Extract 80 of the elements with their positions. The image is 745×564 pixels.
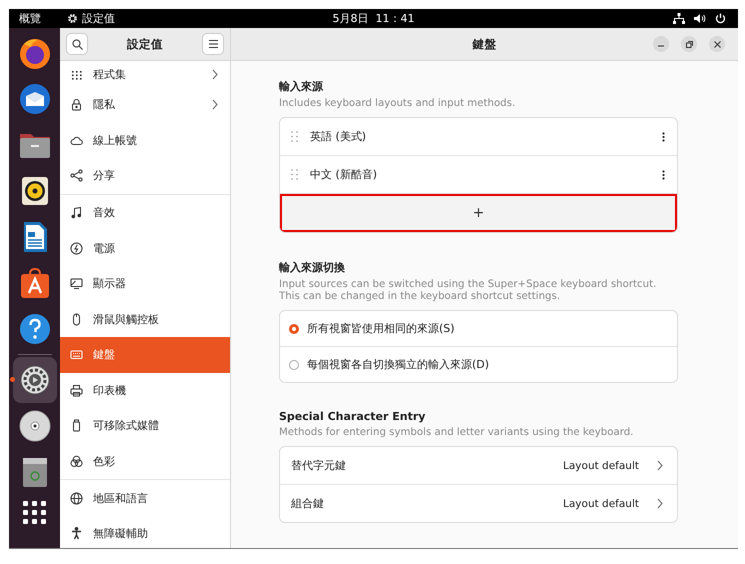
section-description: Input sources can be switched using the Super+Space keyboard shortcut. [279, 279, 658, 291]
section-description: Methods for entering symbols and letter variants using the keyboard. [279, 427, 634, 439]
drag-handle-icon[interactable] [291, 131, 298, 142]
restore-icon [686, 40, 692, 48]
input-source-row[interactable]: 英語 (美式) [280, 118, 677, 156]
sidebar-item[interactable]: 顯示器 [60, 266, 230, 302]
setting-value: Layout default [563, 498, 639, 510]
sidebar-item[interactable]: 音效 [60, 194, 230, 230]
monitor-icon [70, 277, 83, 290]
section-title: Special Character Entry [279, 410, 426, 423]
chevron-icon [657, 460, 663, 471]
share-icon [70, 169, 83, 182]
setting-row[interactable]: 組合鍵 Layout default [280, 485, 677, 522]
power-icon[interactable] [715, 13, 726, 24]
help-icon[interactable] [18, 312, 52, 346]
menu-icon [208, 40, 218, 48]
power-icon [70, 242, 83, 255]
sidebar-item[interactable]: 滑鼠與觸控板 [60, 302, 230, 337]
sidebar-item[interactable]: 電源 [60, 230, 230, 266]
radio-label: 所有視窗皆使用相同的來源(S) [307, 321, 456, 336]
sidebar-title: 設定值 [127, 36, 163, 52]
setting-label: 組合鍵 [291, 496, 325, 511]
drag-handle-icon[interactable] [291, 169, 298, 180]
setting-row[interactable]: 替代字元鍵 Layout default [280, 447, 677, 485]
running-dot [10, 377, 14, 382]
lock-icon [70, 98, 83, 112]
clock[interactable]: 5月8日 11：41 [332, 12, 414, 25]
color-wheel-icon [70, 454, 83, 468]
more-options-icon[interactable] [662, 170, 665, 180]
sidebar-item[interactable]: 鍵盤 [60, 337, 230, 372]
radio-button[interactable] [289, 360, 299, 370]
section-title: 輸入來源切換 [279, 260, 346, 275]
sidebar-item[interactable]: 地區和語言 [60, 480, 230, 516]
section-description: This can be changed in the keyboard shortcut settings. [279, 291, 562, 303]
sidebar-item[interactable]: 無障礙輔助 [60, 516, 230, 548]
volume-icon[interactable] [694, 13, 706, 24]
add-input-source-button[interactable]: + [280, 194, 677, 232]
settings-icon[interactable] [18, 363, 52, 397]
radio-option[interactable]: 每個視窗各自切換獨立的輸入來源(D) [280, 347, 677, 382]
restore-button[interactable] [681, 36, 697, 52]
sidebar-item[interactable]: 印表機 [60, 372, 230, 408]
setting-label: 替代字元鍵 [291, 458, 347, 473]
sidebar-item[interactable]: 可移除式媒體 [60, 408, 230, 444]
input-source-label: 中文 (新酷音) [310, 167, 378, 182]
app-menu-label[interactable]: 設定值 [82, 11, 115, 26]
input-source-label: 英語 (美式) [310, 129, 368, 144]
close-button[interactable] [709, 36, 725, 52]
chevron-icon [212, 68, 218, 80]
gear-icon [67, 13, 78, 24]
disc-icon[interactable] [18, 409, 52, 443]
music-note-icon [70, 206, 83, 219]
sidebar-item[interactable]: 線上帳號 [60, 122, 230, 158]
section-title: 輸入來源 [279, 79, 324, 94]
radio-label: 每個視窗各自切換獨立的輸入來源(D) [307, 357, 490, 372]
search-button[interactable] [66, 33, 88, 55]
setting-value: Layout default [563, 460, 639, 472]
chevron-icon [657, 498, 663, 509]
page-title: 鍵盤 [472, 36, 496, 50]
chevron-icon [212, 99, 218, 110]
printer-icon [70, 384, 83, 397]
close-icon [714, 40, 720, 48]
sidebar-item[interactable]: 隱私 [60, 87, 230, 122]
app-grid-icon[interactable] [22, 501, 46, 525]
radio-option[interactable]: 所有視窗皆使用相同的來源(S) [280, 311, 677, 347]
activities-button[interactable]: 概覽 [9, 11, 67, 26]
more-options-icon[interactable] [662, 132, 665, 142]
sidebar-item[interactable]: 程式集 [60, 61, 230, 87]
sidebar-item[interactable]: 分享 [60, 158, 230, 194]
minimize-button[interactable] [653, 36, 669, 52]
search-icon [72, 38, 82, 50]
network-icon[interactable] [673, 13, 685, 24]
mouse-icon [70, 312, 83, 326]
keyboard-icon [70, 348, 83, 362]
usb-drive-icon [70, 419, 83, 432]
section-description: Includes keyboard layouts and input methods. [279, 98, 516, 110]
sidebar-item[interactable]: 色彩 [60, 444, 230, 479]
globe-icon [70, 492, 83, 504]
accessibility-icon [70, 527, 83, 540]
menu-button[interactable] [202, 33, 224, 55]
radio-button[interactable] [289, 324, 299, 334]
